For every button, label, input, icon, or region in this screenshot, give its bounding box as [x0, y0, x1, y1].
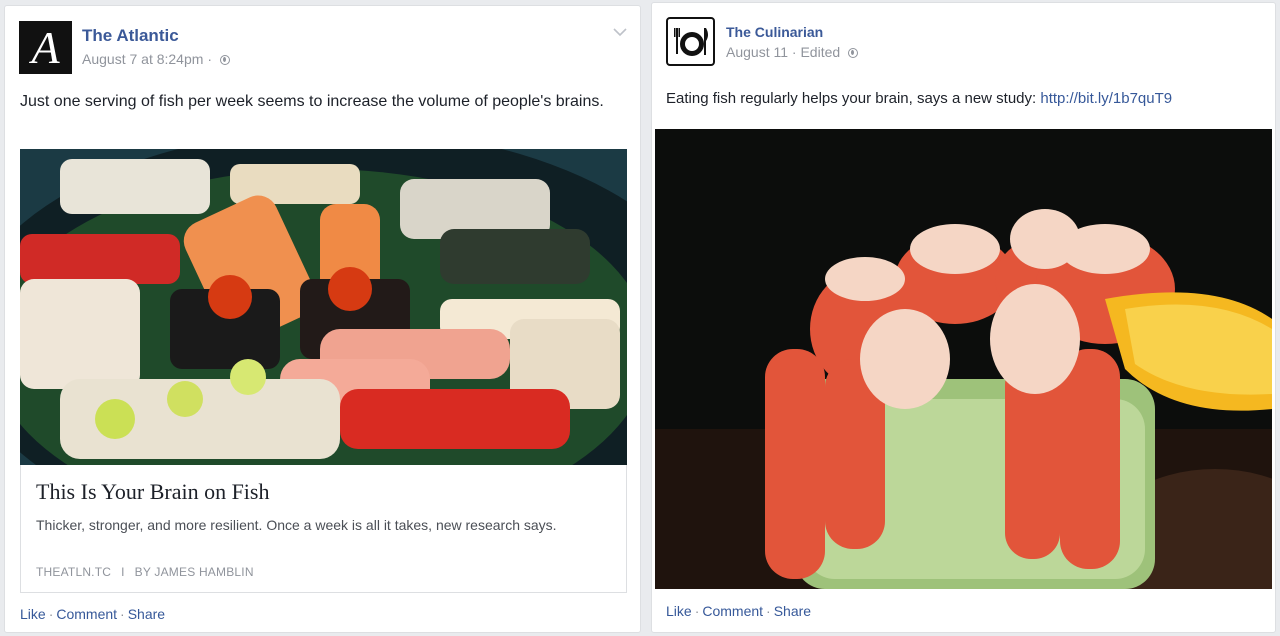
- link-source: THEATLN.TC I BY JAMES HAMBLIN: [36, 565, 254, 579]
- post-actions: Like · Comment · Share: [666, 603, 811, 619]
- link-description: Thicker, stronger, and more resilient. O…: [36, 517, 557, 533]
- meta-separator: ·: [207, 51, 212, 67]
- post-text: Eating fish regularly helps your brain, …: [666, 89, 1266, 109]
- globe-icon[interactable]: [848, 48, 859, 58]
- edited-label[interactable]: Edited: [800, 44, 840, 60]
- post-url-link[interactable]: http://bit.ly/1b7quT9: [1040, 90, 1172, 107]
- action-separator: ·: [694, 603, 700, 619]
- culinarian-avatar[interactable]: [666, 17, 715, 66]
- post-timestamp[interactable]: August 7 at 8:24pm: [82, 51, 203, 67]
- sushi-photo[interactable]: [20, 149, 627, 465]
- comment-button[interactable]: Comment: [56, 606, 117, 622]
- post-body: Eating fish regularly helps your brain, …: [666, 90, 1037, 107]
- post-meta: August 7 at 8:24pm ·: [82, 51, 230, 67]
- page-name[interactable]: The Atlantic: [82, 26, 179, 46]
- like-button[interactable]: Like: [666, 603, 692, 619]
- chevron-down-icon[interactable]: [613, 24, 627, 40]
- atlantic-avatar[interactable]: A: [19, 21, 72, 74]
- action-separator: ·: [120, 606, 125, 622]
- link-domain: THEATLN.TC: [36, 565, 112, 579]
- post-actions: Like · Comment · Share: [20, 606, 165, 622]
- link-preview[interactable]: This Is Your Brain on Fish Thicker, stro…: [20, 465, 627, 593]
- action-separator: ·: [766, 603, 771, 619]
- link-separator: I: [121, 565, 125, 579]
- share-button[interactable]: Share: [774, 603, 811, 619]
- link-byline: BY JAMES HAMBLIN: [134, 565, 254, 579]
- post-timestamp[interactable]: August 11: [726, 44, 788, 60]
- post-text: Just one serving of fish per week seems …: [20, 93, 604, 110]
- shrimp-cocktail-photo[interactable]: [655, 129, 1272, 589]
- link-title[interactable]: This Is Your Brain on Fish: [36, 479, 269, 505]
- globe-icon[interactable]: [219, 55, 230, 65]
- post-card-atlantic: A The Atlantic August 7 at 8:24pm · Just…: [4, 5, 641, 633]
- post-card-culinarian: The Culinarian August 11 · Edited Eating…: [651, 2, 1276, 633]
- plate-utensils-icon: [674, 28, 708, 56]
- like-button[interactable]: Like: [20, 606, 46, 622]
- post-meta: August 11 · Edited: [726, 44, 859, 60]
- meta-separator: ·: [791, 44, 797, 60]
- share-button[interactable]: Share: [128, 606, 165, 622]
- action-separator: ·: [48, 606, 54, 622]
- comment-button[interactable]: Comment: [702, 603, 763, 619]
- page-name[interactable]: The Culinarian: [726, 24, 823, 40]
